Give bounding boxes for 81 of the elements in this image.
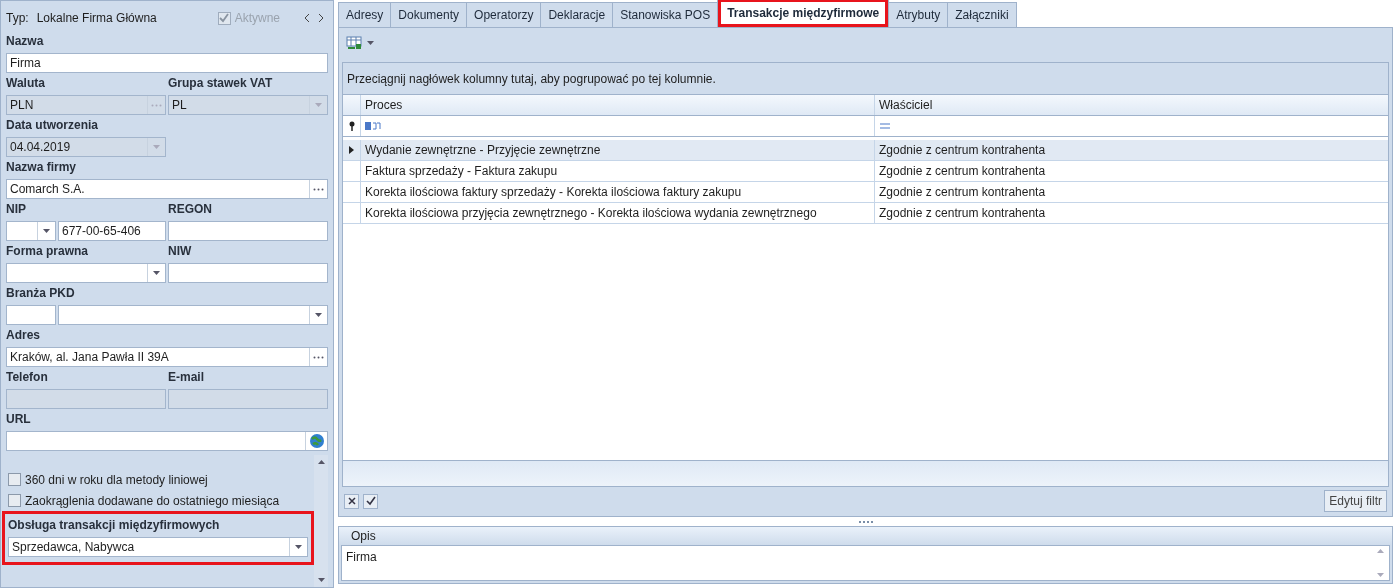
field-label: Adres: [6, 327, 41, 344]
tab[interactable]: Adresy: [338, 2, 392, 27]
field-label: E-mail: [168, 369, 205, 386]
equals-filter-icon[interactable]: [879, 123, 891, 129]
caret-icon[interactable]: [366, 40, 375, 46]
field-label: Grupa stawek VAT: [168, 75, 274, 92]
tab[interactable]: Atrybuty: [888, 2, 949, 27]
field-label: NIP: [6, 201, 27, 218]
tab[interactable]: Stanowiska POS: [612, 2, 719, 27]
clear-filter-button[interactable]: [344, 493, 359, 509]
url-field[interactable]: [6, 431, 328, 451]
checkbox[interactable]: [8, 473, 21, 486]
globe-icon: [308, 433, 325, 449]
field-label: Data utworzenia: [6, 117, 99, 134]
table-cell[interactable]: Zgodnie z centrum kontrahenta: [875, 203, 1388, 223]
column-header[interactable]: Właściciel: [875, 95, 1388, 115]
scrollbar[interactable]: [314, 455, 328, 587]
caret-icon: [42, 228, 51, 234]
field-label: NIW: [168, 243, 193, 260]
dots-icon: [313, 187, 324, 191]
chevron-left-icon[interactable]: [304, 13, 310, 23]
combo-box[interactable]: [6, 263, 166, 283]
checkbox-label: 360 dni w roku dla metody liniowej: [25, 471, 208, 489]
row-pointer-icon: [349, 146, 354, 154]
type-label: Typ:: [6, 10, 29, 27]
checkbox[interactable]: [8, 494, 21, 507]
group-panel-hint: Przeciągnij nagłówek kolumny tutaj, aby pogrupować po tej kolumnie.: [343, 63, 1388, 95]
filter-checkbox[interactable]: [363, 493, 378, 509]
input-field[interactable]: [168, 221, 328, 241]
scroll-up-icon[interactable]: [316, 459, 326, 465]
combo-box[interactable]: [6, 221, 56, 241]
caret-icon: [152, 144, 161, 150]
table-cell[interactable]: Wydanie zewnętrzne - Przyjęcie zewnętrzne: [361, 140, 875, 160]
tab[interactable]: Dokumenty: [390, 2, 468, 27]
tab[interactable]: Deklaracje: [540, 2, 614, 27]
check-icon: [219, 13, 230, 23]
field-label: Obsługa transakcji międzyfirmowych: [8, 517, 221, 534]
type-value: Lokalne Firma Główna: [36, 10, 158, 27]
panel-title: Opis: [339, 527, 1392, 545]
table-cell[interactable]: Zgodnie z centrum kontrahenta: [875, 140, 1388, 160]
close-icon: [347, 497, 356, 505]
caret-icon: [314, 312, 323, 318]
field-label: Waluta: [6, 75, 46, 92]
pin-icon: [348, 121, 355, 131]
table-cell[interactable]: Korekta ilościowa przyjęcia zewnętrznego - Korekta ilościowa wydania zewnętrznego: [361, 203, 875, 223]
input-field[interactable]: Firma: [6, 53, 328, 73]
tab[interactable]: Transakcje międzyfirmowe: [717, 0, 890, 27]
field-label: Nazwa firmy: [6, 159, 78, 176]
field-label: Telefon: [6, 369, 49, 386]
tab[interactable]: Załączniki: [947, 2, 1017, 27]
combo-box[interactable]: [58, 305, 328, 325]
chevron-right-icon[interactable]: [318, 13, 324, 23]
field-label: REGON: [168, 201, 213, 218]
scroll-down-icon[interactable]: [316, 577, 326, 583]
splitter-grip-icon[interactable]: [857, 520, 874, 523]
input-field[interactable]: 677-00-65-406: [58, 221, 166, 241]
tab[interactable]: Operatorzy: [466, 2, 542, 27]
field-label: Branża PKD: [6, 285, 76, 302]
input-field[interactable]: [6, 305, 56, 325]
picker-field[interactable]: Kraków, al. Jana Pawła II 39A: [6, 347, 328, 367]
column-header[interactable]: Proces: [361, 95, 875, 115]
dots-icon: [313, 355, 324, 359]
export-grid-icon[interactable]: [346, 36, 362, 50]
checkbox-label: Zaokrąglenia dodawane do ostatniego miesiąca: [25, 492, 280, 510]
table-cell[interactable]: Zgodnie z centrum kontrahenta: [875, 161, 1388, 181]
field-label: Nazwa: [6, 33, 45, 50]
caret-icon: [152, 270, 161, 276]
field-label: Forma prawna: [6, 243, 90, 260]
picker-field[interactable]: Comarch S.A.: [6, 179, 328, 199]
combo-box[interactable]: Sprzedawca, Nabywca: [8, 537, 308, 557]
check-icon: [365, 496, 376, 506]
caret-icon: [314, 102, 323, 108]
active-label: Aktywne: [234, 10, 280, 27]
table-cell[interactable]: Korekta ilościowa faktury sprzedaży - Korekta ilościowa faktury zakupu: [361, 182, 875, 202]
table-cell[interactable]: Zgodnie z centrum kontrahenta: [875, 182, 1388, 202]
caret-icon: [294, 544, 303, 550]
field-label: URL: [6, 411, 32, 428]
edit-filter-button[interactable]: Edytuj filtr: [1324, 490, 1387, 512]
input-field[interactable]: [168, 263, 328, 283]
table-cell[interactable]: Faktura sprzedaży - Faktura zakupu: [361, 161, 875, 181]
text-filter-icon[interactable]: [365, 122, 382, 130]
